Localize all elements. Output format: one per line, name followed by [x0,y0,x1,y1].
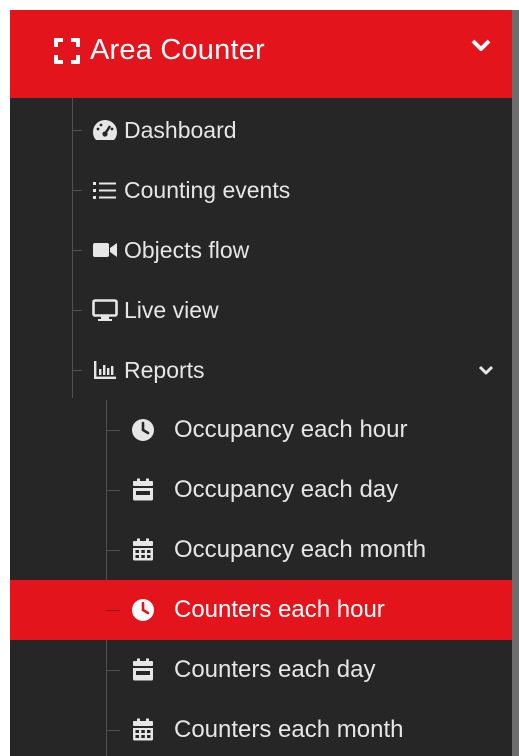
submenu-item-counters-each-day[interactable]: Counters each day [10,640,512,700]
calendar-day-icon [133,478,153,501]
sidebar-item-label: Reports [124,357,205,383]
submenu-item-label: Occupancy each hour [174,416,408,443]
clock-icon [132,419,154,441]
tree-tick [72,370,82,371]
bar-chart-icon [94,361,116,379]
header-title: Area Counter [90,34,265,66]
submenu-item-label: Counters each hour [174,596,385,623]
video-camera-icon [93,243,117,257]
tree-tick [72,250,82,251]
sidebar-item-label: Live view [124,297,219,323]
sidebar-item-reports[interactable]: Reports [10,340,512,400]
tree-tick [72,130,82,131]
sidebar-item-label: Counting events [124,177,291,203]
page-frame: Area Counter Dashboard Counting events O… [0,0,519,756]
sidebar-item-objects-flow[interactable]: Objects flow [10,220,512,280]
monitor-icon [92,299,118,321]
calendar-day-icon [133,658,153,681]
sidebar-item-label: Dashboard [124,117,237,143]
calendar-month-icon [133,538,153,561]
submenu-item-label: Occupancy each month [174,536,427,563]
submenu-item-label: Occupancy each day [174,476,399,503]
submenu-item-occupancy-each-day[interactable]: Occupancy each day [10,460,512,520]
submenu-item-counters-each-hour[interactable]: Counters each hour [10,580,512,640]
tree-tick [72,190,82,191]
focus-brackets-icon [54,38,80,64]
tree-tick [106,490,120,491]
tree-tick [106,670,120,671]
tree-tick [106,430,120,431]
list-icon [93,182,116,199]
sidebar-item-live-view[interactable]: Live view [10,280,512,340]
submenu-item-occupancy-each-hour[interactable]: Occupancy each hour [10,400,512,460]
submenu-item-counters-each-month[interactable]: Counters each month [10,700,512,756]
area-counter-header[interactable]: Area Counter [10,10,512,98]
sidebar: Area Counter Dashboard Counting events O… [10,10,519,756]
dashboard-gauge-icon [92,120,118,140]
clock-icon [132,599,154,621]
submenu-item-occupancy-each-month[interactable]: Occupancy each month [10,520,512,580]
scrollbar-thumb[interactable] [512,10,519,756]
chevron-down-icon[interactable] [470,34,492,56]
submenu-item-label: Counters each month [174,716,404,743]
submenu-item-label: Counters each day [174,656,376,683]
sidebar-item-dashboard[interactable]: Dashboard [10,100,512,160]
tree-tick [72,310,82,311]
sidebar-item-label: Objects flow [124,237,250,263]
calendar-month-icon [133,718,153,741]
tree-tick [106,610,120,611]
tree-tick [106,730,120,731]
chevron-down-icon[interactable] [478,362,494,378]
sidebar-item-counting-events[interactable]: Counting events [10,160,512,220]
scrollbar-track[interactable] [512,10,519,756]
tree-tick [106,550,120,551]
